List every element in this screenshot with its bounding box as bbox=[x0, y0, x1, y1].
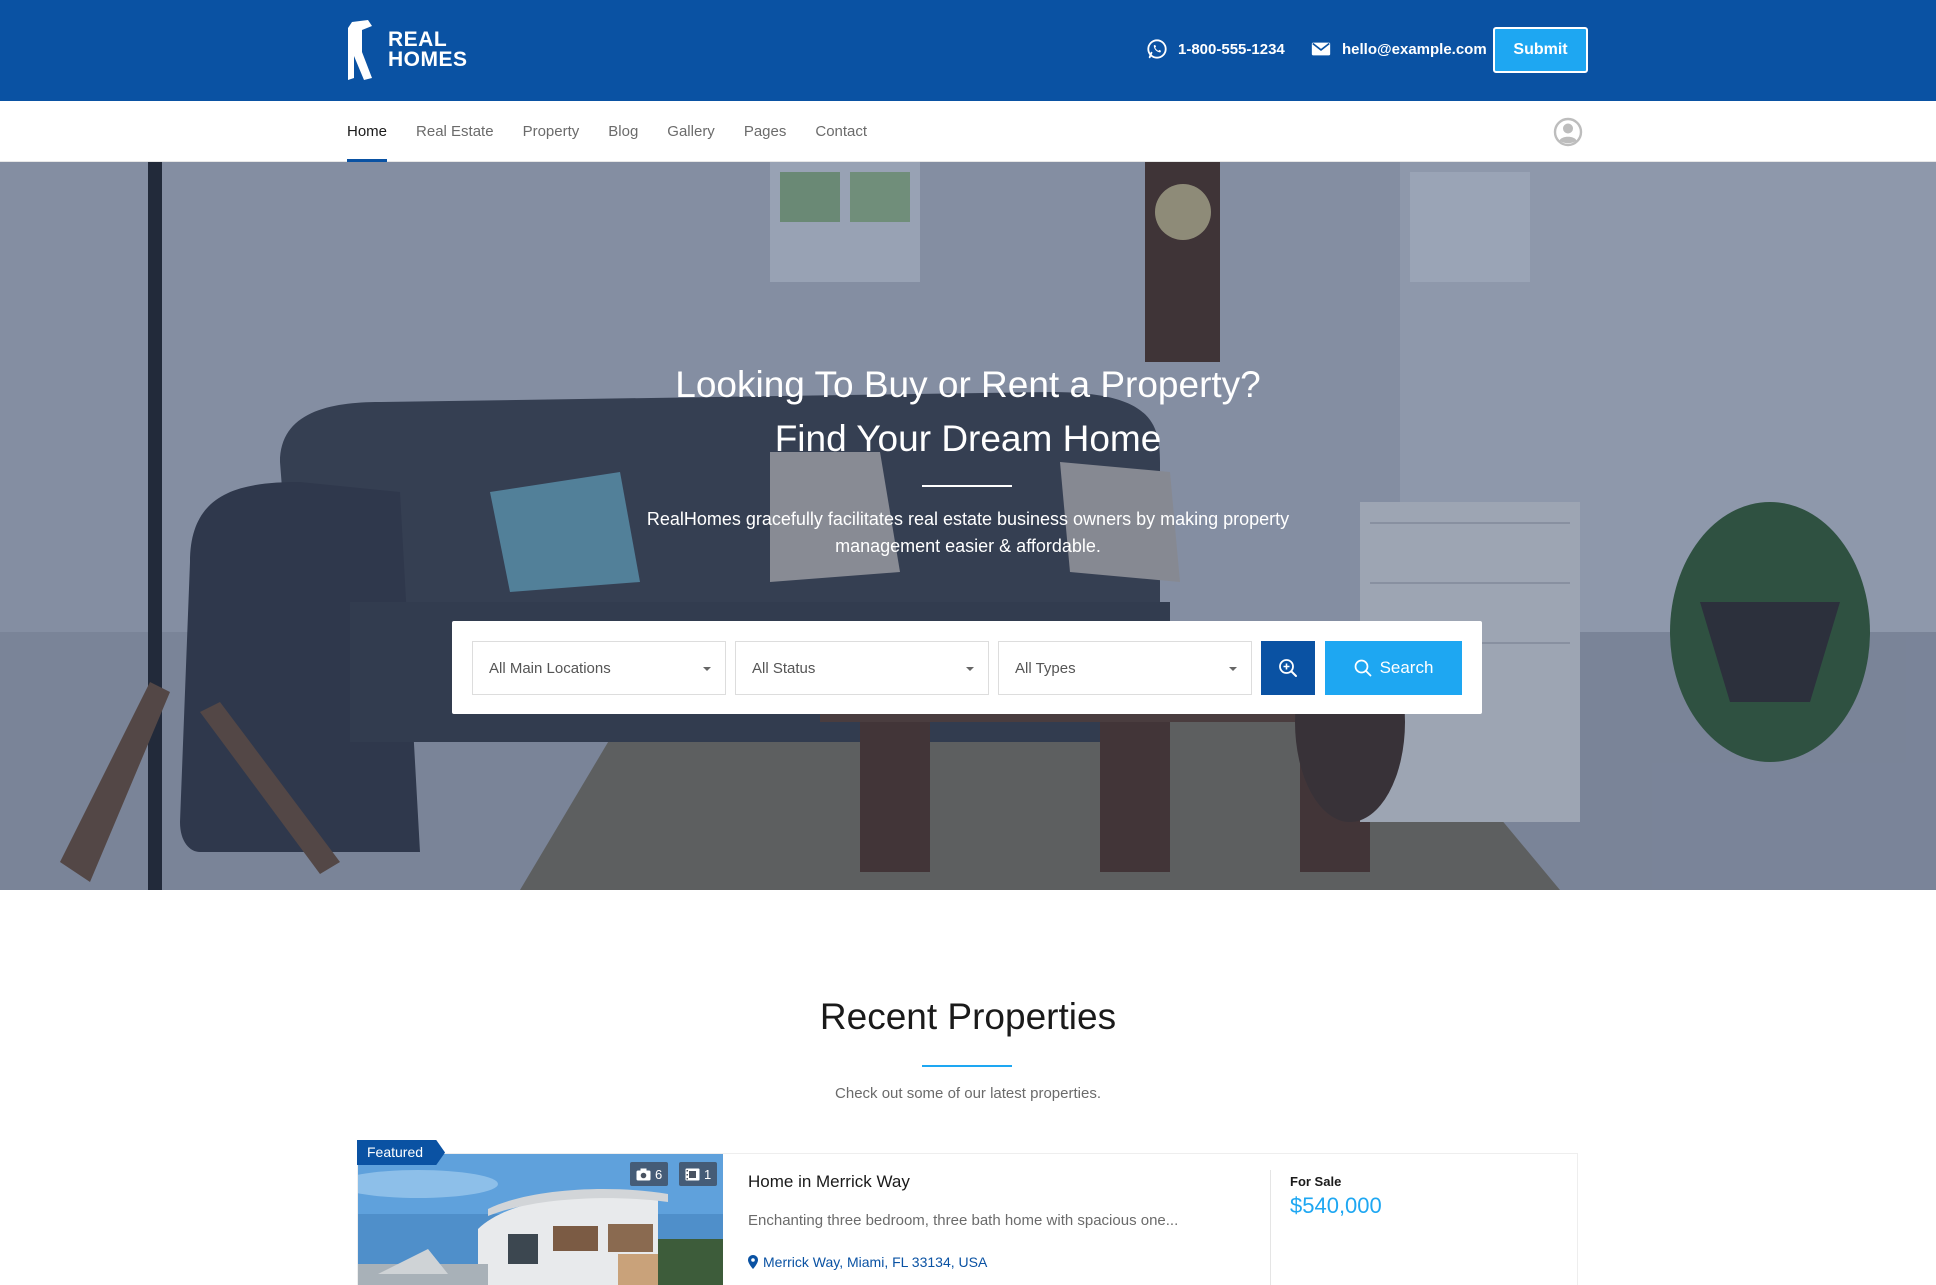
camera-icon bbox=[636, 1168, 651, 1180]
advanced-search-button[interactable] bbox=[1261, 641, 1315, 695]
property-location-text: Merrick Way, Miami, FL 33134, USA bbox=[763, 1254, 988, 1270]
recent-properties-title: Recent Properties bbox=[819, 996, 1117, 1037]
videos-count: 1 bbox=[704, 1166, 712, 1182]
search-button[interactable]: Search bbox=[1325, 641, 1462, 695]
property-location[interactable]: Merrick Way, Miami, FL 33134, USA bbox=[748, 1254, 987, 1270]
logo-line-2: HOMES bbox=[388, 48, 468, 71]
chevron-down-icon bbox=[703, 667, 711, 671]
nav-item-property[interactable]: Property bbox=[523, 101, 580, 162]
nav-item-contact[interactable]: Contact bbox=[815, 101, 867, 162]
logo-mark-icon bbox=[348, 20, 372, 80]
search-button-label: Search bbox=[1379, 658, 1434, 677]
location-select-value: All Main Locations bbox=[489, 659, 611, 677]
nav-item-gallery[interactable]: Gallery bbox=[667, 101, 715, 162]
nav-item-home[interactable]: Home bbox=[347, 101, 388, 162]
user-avatar-icon[interactable] bbox=[1553, 117, 1583, 147]
type-select-value: All Types bbox=[1015, 659, 1076, 677]
hero-title-line-2: Find Your Dream Home bbox=[774, 418, 1162, 459]
status-select[interactable]: All Status bbox=[735, 641, 989, 695]
videos-count-badge[interactable]: 1 bbox=[679, 1162, 718, 1186]
property-title[interactable]: Home in Merrick Way bbox=[748, 1172, 910, 1192]
photos-count-badge[interactable]: 6 bbox=[630, 1162, 669, 1186]
photos-count: 6 bbox=[655, 1166, 663, 1182]
envelope-icon bbox=[1311, 42, 1331, 56]
nav-item-real-estate[interactable]: Real Estate bbox=[416, 101, 494, 162]
status-select-value: All Status bbox=[752, 659, 816, 677]
chevron-down-icon bbox=[966, 667, 974, 671]
type-select[interactable]: All Types bbox=[998, 641, 1252, 695]
search-icon bbox=[1354, 659, 1371, 677]
hero-subtitle-line-2: management easier & affordable. bbox=[835, 536, 1101, 556]
nav-item-pages[interactable]: Pages bbox=[744, 101, 787, 162]
top-header: REAL HOMES 1-800-555-1234 hello@example.… bbox=[0, 0, 1936, 101]
section-divider bbox=[922, 1065, 1012, 1067]
email-address: hello@example.com bbox=[1342, 40, 1487, 58]
property-description: Enchanting three bedroom, three bath hom… bbox=[748, 1212, 1179, 1229]
email-contact[interactable]: hello@example.com bbox=[1310, 38, 1487, 60]
property-price: $540,000 bbox=[1290, 1193, 1382, 1218]
whatsapp-icon bbox=[1147, 39, 1167, 59]
property-photo bbox=[358, 1154, 723, 1285]
property-image[interactable] bbox=[358, 1154, 723, 1285]
film-icon bbox=[685, 1168, 700, 1180]
location-select[interactable]: All Main Locations bbox=[472, 641, 726, 695]
submit-button[interactable]: Submit bbox=[1493, 27, 1588, 73]
hero-subtitle: RealHomes gracefully facilitates real es… bbox=[568, 506, 1368, 560]
main-nav: Home Real Estate Property Blog Gallery P… bbox=[0, 101, 1936, 162]
logo-text: REAL HOMES bbox=[388, 28, 468, 71]
chevron-down-icon bbox=[1229, 667, 1237, 671]
logo-line-1: REAL bbox=[388, 28, 448, 51]
logo[interactable]: REAL HOMES bbox=[346, 20, 468, 80]
hero-subtitle-line-1: RealHomes gracefully facilitates real es… bbox=[646, 509, 1290, 529]
property-search-form: All Main Locations All Status All Types … bbox=[452, 621, 1482, 714]
property-status: For Sale bbox=[1290, 1174, 1342, 1189]
nav-list: Home Real Estate Property Blog Gallery P… bbox=[347, 101, 896, 162]
featured-badge: Featured bbox=[357, 1140, 446, 1165]
phone-contact[interactable]: 1-800-555-1234 bbox=[1146, 38, 1285, 60]
map-pin-icon bbox=[748, 1255, 758, 1269]
recent-properties-subtitle: Check out some of our latest properties. bbox=[835, 1085, 1101, 1102]
hero-divider bbox=[922, 485, 1012, 487]
hero-title-line-1: Looking To Buy or Rent a Property? bbox=[675, 364, 1261, 405]
zoom-in-icon bbox=[1279, 659, 1297, 677]
nav-item-blog[interactable]: Blog bbox=[608, 101, 638, 162]
phone-number: 1-800-555-1234 bbox=[1178, 40, 1285, 58]
card-separator bbox=[1270, 1170, 1271, 1285]
